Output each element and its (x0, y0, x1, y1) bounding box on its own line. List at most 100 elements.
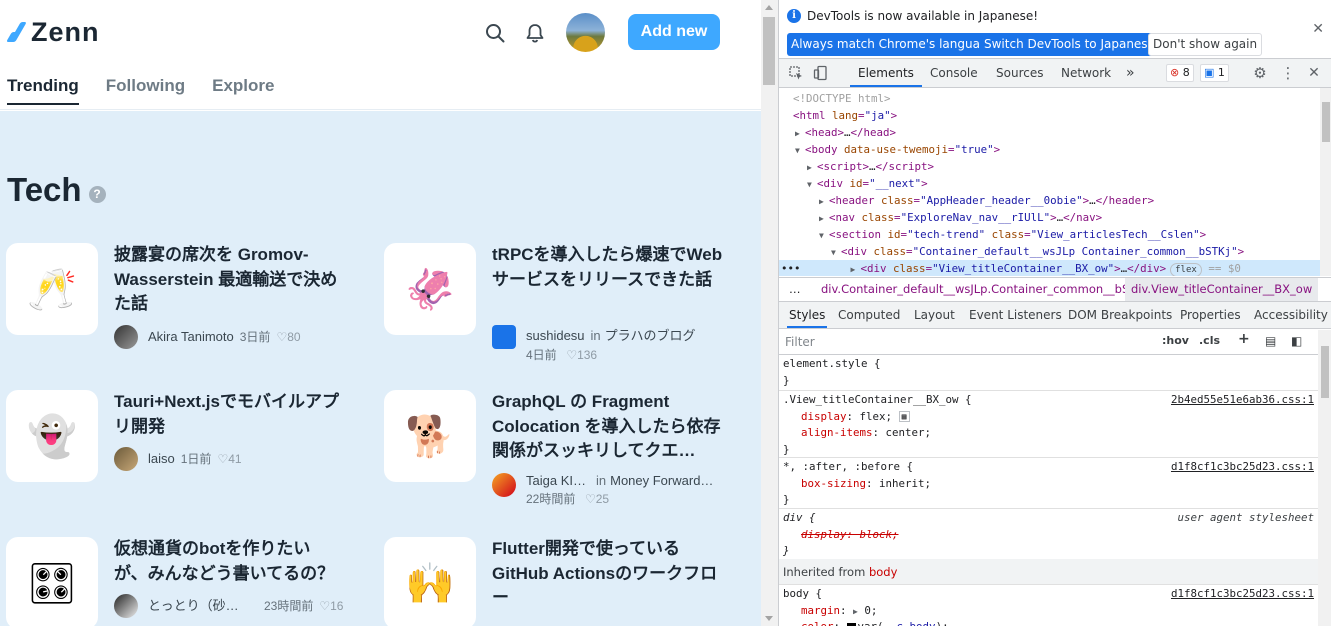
dom-node[interactable]: <html lang="ja"> (779, 107, 1320, 124)
rule-source-link[interactable]: d1f8cf1c3bc25d23.css:1 (1171, 459, 1314, 476)
rule-selector[interactable]: body {d1f8cf1c3bc25d23.css:1 (779, 586, 1318, 603)
tab-dom-breakpoints[interactable]: DOM Breakpoints (1068, 302, 1172, 328)
breadcrumb-more[interactable]: … (789, 278, 801, 301)
color-swatch[interactable] (846, 622, 856, 626)
new-style-rule-icon[interactable]: + (1238, 331, 1250, 347)
article-title[interactable]: GraphQL の Fragment Colocation を導入したら依存関係… (492, 390, 724, 464)
dom-node[interactable]: ▶ <script>…</script> (779, 158, 1320, 175)
errors-badge[interactable]: ⊗ 8 (1166, 64, 1194, 82)
tab-layout[interactable]: Layout (914, 302, 955, 328)
page-scrollbar[interactable] (761, 0, 778, 626)
computed-styles-icon[interactable]: ▤ (1265, 334, 1276, 348)
dom-tree-scrollbar[interactable] (1320, 88, 1331, 276)
rule-selector[interactable]: *, :after, :before {d1f8cf1c3bc25d23.css… (779, 459, 1318, 476)
dom-node[interactable]: <!DOCTYPE html> (779, 90, 1320, 107)
article-card[interactable]: 🙌 Flutter開発で使っているGitHub Actionsのワークフロー (384, 537, 724, 626)
tab-following[interactable]: Following (106, 76, 185, 105)
article-emoji[interactable]: 🐕 (384, 390, 476, 482)
article-title[interactable]: tRPCを導入したら爆速でWebサービスをリリースできた話 (492, 243, 724, 292)
rule-selector[interactable]: element.style { (779, 356, 1318, 373)
author-avatar[interactable] (114, 325, 138, 349)
user-avatar[interactable] (566, 13, 605, 52)
tab-network[interactable]: Network (1061, 59, 1111, 87)
more-tabs-icon[interactable]: » (1126, 59, 1135, 87)
article-card[interactable]: 🐕 GraphQL の Fragment Colocation を導入したら依存… (384, 390, 724, 510)
tab-trending[interactable]: Trending (7, 76, 79, 105)
dom-node-selected[interactable]: ••• ▶ <div class="View_titleContainer__BX_… (779, 260, 1320, 276)
rule-selector[interactable]: .View_titleContainer__BX_ow {2b4ed55e51e… (779, 392, 1318, 409)
article-title[interactable]: Flutter開発で使っているGitHub Actionsのワークフロー (492, 537, 724, 611)
tab-elements[interactable]: Elements (850, 59, 922, 87)
switch-to-japanese-button[interactable]: Switch DevTools to Japanese (980, 33, 1159, 56)
dont-show-again-button[interactable]: Don't show again (1148, 33, 1263, 56)
hov-toggle[interactable]: :hov (1162, 334, 1189, 347)
close-icon[interactable]: ✕ (1312, 21, 1324, 37)
always-match-language-button[interactable]: Always match Chrome's language (787, 33, 999, 56)
dom-node[interactable]: ▶ <nav class="ExploreNav_nav__rIUlL">…</n… (779, 209, 1320, 226)
toggle-sidebar-icon[interactable]: ◧ (1291, 334, 1302, 348)
author-name[interactable]: Akira Tanimoto (148, 325, 234, 349)
article-card[interactable]: 🦑 tRPCを導入したら爆速でWebサービスをリリースできた話 sushides… (384, 243, 724, 363)
dom-node[interactable]: ▼ <div id="__next"> (779, 175, 1320, 192)
article-emoji[interactable]: 🦑 (384, 243, 476, 335)
help-icon[interactable]: ? (88, 185, 106, 203)
rule-declaration[interactable]: margin: ▶ 0; (779, 603, 1318, 620)
cls-toggle[interactable]: .cls (1199, 334, 1220, 347)
styles-filter-input[interactable]: Filter (783, 333, 1151, 352)
rule-declaration[interactable]: box-sizing: inherit; (779, 476, 1318, 493)
article-title[interactable]: Tauri+Next.jsでモバイルアプリ開発 (114, 390, 342, 439)
tab-styles[interactable]: Styles (787, 302, 828, 328)
styles-scrollbar-thumb[interactable] (1321, 346, 1329, 398)
tab-computed[interactable]: Computed (838, 302, 900, 328)
article-emoji[interactable]: 👻 (6, 390, 98, 482)
settings-gear-icon[interactable]: ⚙ (1252, 65, 1268, 81)
rule-declaration[interactable]: align-items: center; (779, 425, 1318, 442)
article-card[interactable]: 👻 Tauri+Next.jsでモバイルアプリ開発 laiso 1日前 ♡41 (6, 390, 346, 510)
tab-sources[interactable]: Sources (996, 59, 1043, 87)
add-new-button[interactable]: Add new (628, 14, 720, 50)
publication-name[interactable]: Money Forward… (610, 473, 713, 488)
article-emoji[interactable]: 🙌 (384, 537, 476, 626)
publication-avatar[interactable] (492, 325, 516, 349)
scroll-up-arrow-icon[interactable] (765, 5, 773, 10)
rule-source-link[interactable]: 2b4ed55e51e6ab36.css:1 (1171, 392, 1314, 409)
styles-scrollbar[interactable] (1318, 330, 1331, 626)
flexbox-editor-icon[interactable]: ▦ (898, 411, 910, 422)
rule-source-link[interactable]: d1f8cf1c3bc25d23.css:1 (1171, 586, 1314, 603)
publication-avatar[interactable] (492, 473, 516, 497)
article-title[interactable]: 仮想通貨のbotを作りたいが、みんなどう書いてるの？ (114, 537, 342, 586)
dom-node[interactable]: ▼ <section id="tech-trend" class="View_ar… (779, 226, 1320, 243)
article-emoji[interactable]: 🥂 (6, 243, 98, 335)
publication-name[interactable]: プラハのブログ (605, 328, 696, 343)
breadcrumb-item[interactable]: div.Container_default__wsJLp.Container_c… (821, 278, 1147, 301)
tab-explore[interactable]: Explore (212, 76, 274, 105)
tab-accessibility[interactable]: Accessibility (1254, 302, 1328, 328)
tab-properties[interactable]: Properties (1180, 302, 1241, 328)
breadcrumb-item-selected[interactable]: div.View_titleContainer__BX_ow (1125, 278, 1319, 301)
messages-badge[interactable]: ▣ 1 (1200, 64, 1229, 82)
article-emoji[interactable]: 🎛 (6, 537, 98, 626)
author-avatar[interactable] (114, 594, 138, 618)
page-scrollbar-thumb[interactable] (763, 17, 775, 85)
author-name[interactable]: laiso (148, 447, 175, 471)
rule-declaration[interactable]: color: var(--c-body); (779, 619, 1318, 626)
inspect-element-icon[interactable] (788, 65, 804, 81)
author-name[interactable]: とっとり（砂… (148, 594, 258, 618)
rule-declaration[interactable]: display: flex; ▦ (779, 409, 1318, 426)
article-card[interactable]: 🥂 披露宴の席次を Gromov-Wasserstein 最適輸送で決めた話 A… (6, 243, 346, 363)
zenn-logo[interactable]: Zenn (6, 17, 100, 47)
inherited-from-link[interactable]: body (869, 565, 897, 579)
dom-tree-scrollbar-thumb[interactable] (1322, 102, 1330, 142)
dom-node[interactable]: ▶ <header class="AppHeader_header__0obie"… (779, 192, 1320, 209)
tab-console[interactable]: Console (930, 59, 978, 87)
article-title[interactable]: 披露宴の席次を Gromov-Wasserstein 最適輸送で決めた話 (114, 243, 342, 317)
scroll-down-arrow-icon[interactable] (765, 616, 773, 621)
dom-node[interactable]: ▶ <head>…</head> (779, 124, 1320, 141)
search-icon[interactable] (484, 22, 506, 44)
rule-selector[interactable]: div {user agent stylesheet (779, 510, 1318, 527)
dom-node[interactable]: ▼ <div class="Container_default__wsJLp Co… (779, 243, 1320, 260)
close-devtools-icon[interactable]: ✕ (1306, 65, 1322, 81)
device-toolbar-icon[interactable] (813, 65, 829, 81)
bell-icon[interactable] (524, 22, 546, 44)
author-avatar[interactable] (114, 447, 138, 471)
